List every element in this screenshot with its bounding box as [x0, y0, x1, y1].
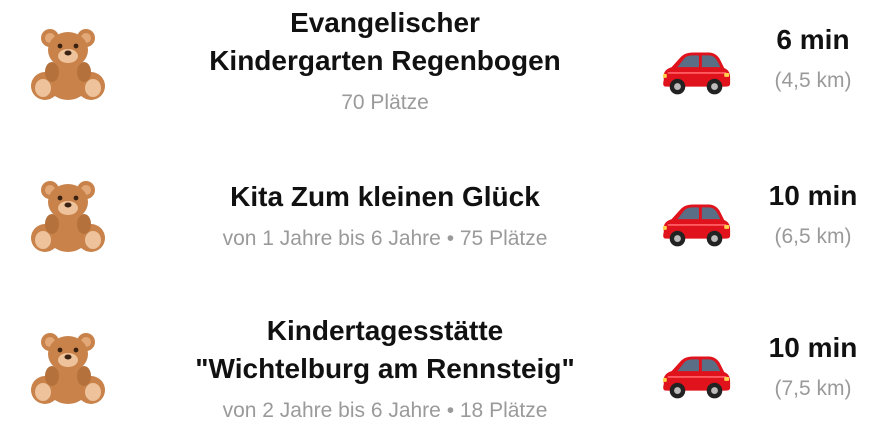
distance: (6,5 km)	[774, 225, 852, 248]
kindergarten-name-line: Kindertagesstätte	[266, 315, 504, 346]
teddy-bear-icon	[31, 29, 105, 100]
list-item-info: Kindertagesstätte "Wichtelburg am Rennst…	[148, 312, 622, 424]
distance: (4,5 km)	[774, 69, 852, 92]
drive-time: 10 min	[768, 180, 858, 211]
kindergarten-details: von 2 Jahre bis 6 Jahre • 18 Plätze	[222, 399, 548, 422]
kindergarten-details: 70 Plätze	[341, 91, 429, 114]
list-item-info: Kita Zum kleinen Glück von 1 Jahre bis 6…	[148, 178, 622, 252]
list-item[interactable]: Kindertagesstätte "Wichtelburg am Rennst…	[0, 284, 894, 426]
travel-info: 10 min (6,5 km)	[752, 178, 874, 250]
kindergarten-list: Evangelischer Kindergarten Regenbogen 70…	[0, 0, 894, 426]
distance: (7,5 km)	[774, 377, 852, 400]
kindergarten-name-line: Kindergarten Regenbogen	[209, 45, 561, 76]
kindergarten-name-line: "Wichtelburg am Rennsteig"	[195, 353, 575, 384]
list-item[interactable]: Evangelischer Kindergarten Regenbogen 70…	[0, 0, 894, 142]
kindergarten-details: von 1 Jahre bis 6 Jahre • 75 Plätze	[222, 227, 548, 250]
kindergarten-name-line: Kita Zum kleinen Glück	[230, 181, 540, 212]
teddy-bear-icon	[31, 333, 105, 404]
list-item-info: Evangelischer Kindergarten Regenbogen 70…	[148, 4, 622, 116]
kindergarten-name-line: Evangelischer	[290, 7, 480, 38]
car-icon	[661, 355, 732, 400]
car-icon	[661, 51, 732, 96]
travel-info: 10 min (7,5 km)	[752, 330, 874, 402]
drive-time: 10 min	[768, 332, 858, 363]
travel-info: 6 min (4,5 km)	[752, 22, 874, 94]
car-icon	[661, 203, 732, 248]
drive-time: 6 min	[776, 24, 850, 55]
teddy-bear-icon	[31, 181, 105, 252]
list-item[interactable]: Kita Zum kleinen Glück von 1 Jahre bis 6…	[0, 142, 894, 284]
